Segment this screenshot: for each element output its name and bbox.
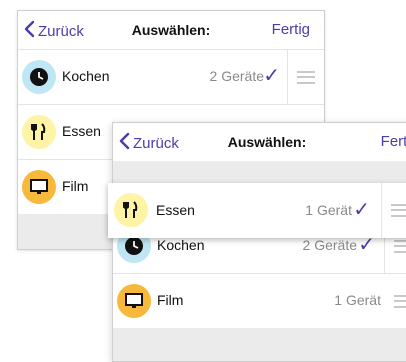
reorder-handle[interactable] — [381, 183, 406, 238]
done-button[interactable]: Fertig — [272, 21, 310, 38]
done-button[interactable]: Fertig — [381, 133, 406, 150]
item-label: Kochen — [157, 237, 205, 253]
nav-bar: Zurück Auswählen: Fertig — [18, 11, 324, 49]
list-item[interactable]: Film 1 Gerät — [113, 273, 406, 329]
item-label: Essen — [62, 123, 101, 139]
reorder-handle[interactable] — [385, 274, 406, 329]
item-count: 2 Geräte — [302, 237, 357, 253]
empty-area — [113, 328, 406, 361]
fork-knife-icon — [114, 193, 148, 227]
tv-icon — [117, 284, 151, 318]
front-screen: Zurück Auswählen: Fertig Kochen 2 Geräte… — [112, 122, 406, 362]
reorder-handle[interactable] — [287, 50, 324, 105]
item-label: Essen — [156, 202, 195, 218]
item-label: Kochen — [62, 68, 110, 84]
item-count: 1 Gerät — [305, 202, 352, 218]
nav-title: Auswählen: — [227, 134, 307, 150]
clock-icon — [22, 60, 56, 94]
fork-knife-icon — [22, 115, 56, 149]
checkmark-icon: ✓ — [353, 199, 370, 221]
section-gap — [113, 161, 406, 183]
item-count: 1 Gerät — [334, 292, 381, 308]
item-count: 2 Geräte — [209, 68, 264, 84]
item-label: Film — [157, 292, 184, 308]
nav-bar: Zurück Auswählen: Fertig — [113, 123, 406, 161]
list-item[interactable]: Kochen 2 Geräte ✓ — [18, 49, 324, 105]
dragged-list-item[interactable]: Essen 1 Gerät ✓ — [108, 183, 406, 238]
item-label: Film — [62, 178, 89, 194]
checkmark-icon: ✓ — [263, 65, 280, 87]
tv-icon — [22, 170, 56, 204]
